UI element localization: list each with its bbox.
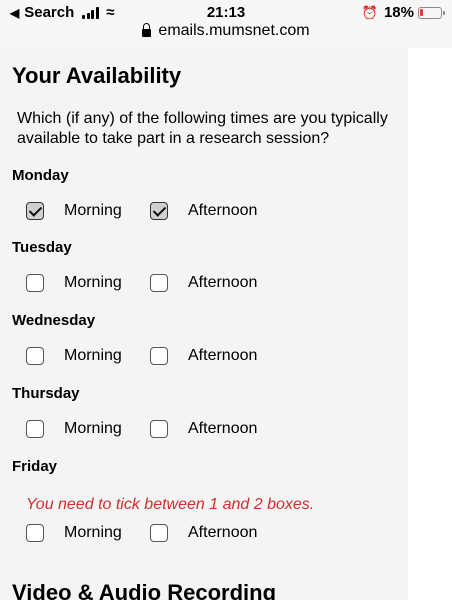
day-label-wednesday: Wednesday (12, 312, 96, 329)
monday-morning-checkbox[interactable] (26, 202, 44, 220)
friday-morning-option[interactable]: Morning (26, 524, 122, 542)
status-bar: ◀ Search ≈ 21:13 ⏰ 18% emails.mumsnet.co… (0, 0, 452, 48)
thursday-afternoon-checkbox[interactable] (150, 420, 168, 438)
option-label: Morning (64, 202, 122, 219)
wednesday-afternoon-checkbox[interactable] (150, 347, 168, 365)
section-title: Your Availability (12, 63, 182, 88)
monday-afternoon-option[interactable]: Afternoon (150, 202, 257, 220)
monday-afternoon-checkbox[interactable] (150, 202, 168, 220)
option-label: Afternoon (188, 347, 258, 364)
friday-afternoon-checkbox[interactable] (150, 524, 168, 542)
thursday-afternoon-option[interactable]: Afternoon (150, 420, 257, 438)
day-label-tuesday: Tuesday (12, 239, 72, 256)
alarm-clock-icon: ⏰ (361, 4, 378, 20)
url-text: emails.mumsnet.com (158, 22, 310, 39)
option-label: Morning (64, 524, 122, 541)
lock-icon (142, 23, 152, 37)
day-label-thursday: Thursday (12, 385, 80, 402)
battery-icon (418, 6, 445, 19)
wednesday-morning-option[interactable]: Morning (26, 347, 122, 365)
battery-fill (420, 8, 423, 16)
day-label-monday: Monday (12, 167, 69, 184)
friday-afternoon-option[interactable]: Afternoon (150, 524, 257, 542)
wednesday-morning-checkbox[interactable] (26, 347, 44, 365)
day-label-friday: Friday (12, 458, 58, 475)
thursday-morning-checkbox[interactable] (26, 420, 44, 438)
option-label: Morning (64, 420, 122, 437)
option-label: Afternoon (188, 274, 258, 291)
option-label: Morning (64, 274, 122, 291)
thursday-morning-option[interactable]: Morning (26, 420, 122, 438)
option-label: Afternoon (188, 420, 258, 437)
tuesday-morning-checkbox[interactable] (26, 274, 44, 292)
tuesday-afternoon-option[interactable]: Afternoon (150, 274, 257, 292)
wednesday-afternoon-option[interactable]: Afternoon (150, 347, 257, 365)
friday-morning-checkbox[interactable] (26, 524, 44, 542)
form-panel: Your Availability Which (if any) of the … (0, 48, 408, 600)
question-text: Which (if any) of the following times ar… (17, 110, 388, 147)
tuesday-afternoon-checkbox[interactable] (150, 274, 168, 292)
validation-error: You need to tick between 1 and 2 boxes. (26, 496, 315, 513)
next-section-title: Video & Audio Recording (12, 580, 277, 600)
tuesday-morning-option[interactable]: Morning (26, 274, 122, 292)
status-right: ⏰ 18% (361, 4, 445, 21)
address-bar[interactable]: emails.mumsnet.com (0, 22, 452, 40)
option-label: Morning (64, 347, 122, 364)
option-label: Afternoon (188, 202, 258, 219)
monday-morning-option[interactable]: Morning (26, 202, 122, 220)
option-label: Afternoon (188, 524, 258, 541)
battery-percent: 18% (383, 4, 414, 21)
